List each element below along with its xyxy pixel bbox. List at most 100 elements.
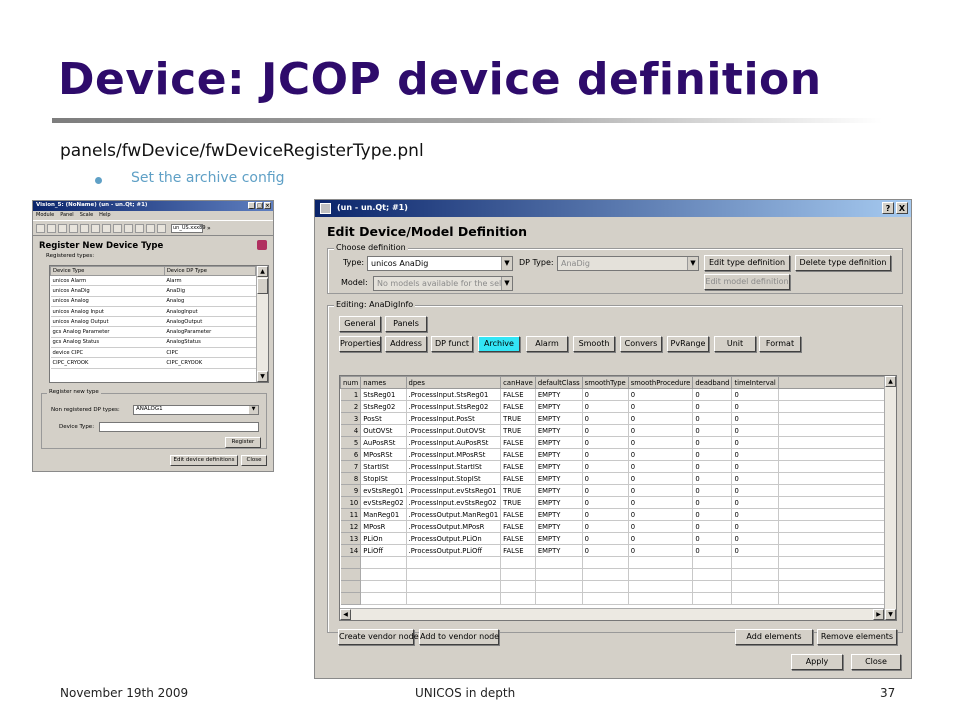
tab-smooth[interactable]: Smooth	[573, 336, 615, 352]
smoothtype-cell[interactable]: 0	[582, 424, 629, 437]
timeinterval-cell[interactable]: 0	[731, 544, 779, 557]
smoothtype-cell[interactable]: 0	[582, 520, 629, 533]
toolbar-combo[interactable]: un_US.xxx89	[171, 223, 206, 233]
toolbar-new-icon[interactable]	[36, 223, 45, 233]
menu-panel[interactable]: Panel	[60, 212, 74, 219]
timeinterval-cell[interactable]: 0	[731, 436, 779, 449]
dpes-cell[interactable]: .ProcessInput.StsReg02	[406, 400, 502, 413]
table-row[interactable]: 4 OutOVSt .ProcessInput.OutOVSt TRUE EMPTY 0 0…	[340, 424, 896, 437]
smoothtype-cell[interactable]: 0	[582, 388, 629, 401]
defaultclass-cell[interactable]: EMPTY	[535, 496, 583, 509]
num-cell[interactable]: 3	[340, 412, 362, 425]
defaultclass-cell[interactable]: EMPTY	[535, 472, 583, 485]
table-row[interactable]: 2 StsReg02 .ProcessInput.StsReg02 FALSE EMPT…	[340, 400, 896, 413]
register-button[interactable]: Register	[225, 437, 261, 448]
smoothprocedure-cell[interactable]: 0	[628, 532, 694, 545]
dpes-cell[interactable]: .ProcessInput.evStsReg02	[406, 496, 502, 509]
smoothprocedure-cell[interactable]: 0	[628, 424, 694, 437]
table-row[interactable]: 7 StartISt .ProcessInput.StartISt FALSE EMPT…	[340, 460, 896, 473]
small-close-button[interactable]: Close	[241, 455, 267, 466]
toolbar-open-icon[interactable]	[47, 223, 56, 233]
table-row[interactable]: 3 PosSt .ProcessInput.PosSt TRUE EMPTY 0 0 0 0	[340, 412, 896, 425]
table-row[interactable]: 8 StopISt .ProcessInput.StopISt FALSE EMPTY 0…	[340, 472, 896, 485]
tab-properties[interactable]: Properties	[339, 336, 381, 352]
scroll-down-icon[interactable]: ▼	[885, 609, 896, 620]
smoothtype-cell[interactable]: 0	[582, 436, 629, 449]
deadband-cell[interactable]: 0	[692, 400, 733, 413]
smoothprocedure-cell[interactable]: 0	[628, 412, 694, 425]
canhave-cell[interactable]: TRUE	[500, 484, 536, 497]
canhave-cell[interactable]: FALSE	[500, 508, 536, 521]
canhave-cell[interactable]: FALSE	[500, 448, 536, 461]
smoothprocedure-cell[interactable]: 0	[628, 484, 694, 497]
table-row[interactable]: 10 evStsReg02 .ProcessInput.evStsReg02 TRUE…	[340, 496, 896, 509]
deadband-cell[interactable]: 0	[692, 532, 733, 545]
col-device-dp-type[interactable]: Device DP Type	[163, 266, 257, 276]
smoothprocedure-cell[interactable]: 0	[628, 472, 694, 485]
menu-scale[interactable]: Scale	[80, 212, 93, 219]
table-row[interactable]: gcs Analog Parameter AnalogParameter	[50, 326, 256, 338]
dpes-cell[interactable]: .ProcessInput.StopISt	[406, 472, 502, 485]
smoothtype-cell[interactable]: 0	[582, 448, 629, 461]
names-cell[interactable]: StsReg02	[360, 400, 407, 413]
smoothprocedure-cell[interactable]: 0	[628, 544, 694, 557]
defaultclass-cell[interactable]: EMPTY	[535, 436, 583, 449]
canhave-cell[interactable]: FALSE	[500, 520, 536, 533]
canhave-cell[interactable]: FALSE	[500, 544, 536, 557]
tab-unit[interactable]: Unit	[714, 336, 756, 352]
toolbar-log-icon[interactable]	[91, 223, 100, 233]
small-table-scrollbar[interactable]: ▲ ▼	[256, 266, 268, 382]
smoothtype-cell[interactable]: 0	[582, 544, 629, 557]
table-horizontal-scrollbar[interactable]: ◀ ▶	[340, 608, 884, 620]
names-cell[interactable]: ManReg01	[360, 508, 407, 521]
dpes-cell[interactable]: .ProcessOutput.MPosR	[406, 520, 502, 533]
table-row[interactable]: 9 evStsReg01 .ProcessInput.evStsReg01 TRUE E…	[340, 484, 896, 497]
canhave-cell[interactable]: FALSE	[500, 436, 536, 449]
table-row[interactable]: unicos Alarm Alarm	[50, 275, 256, 287]
names-cell[interactable]: StopISt	[360, 472, 407, 485]
chevron-down-icon[interactable]: ▼	[501, 277, 512, 290]
dpes-cell[interactable]: .ProcessInput.evStsReg01	[406, 484, 502, 497]
close-icon[interactable]: X	[896, 202, 908, 214]
smoothtype-cell[interactable]: 0	[582, 532, 629, 545]
table-row[interactable]: 5 AuPosRSt .ProcessInput.AuPosRSt FALSE EMPT…	[340, 436, 896, 449]
model-select[interactable]: No models available for the select ▼	[373, 276, 513, 291]
table-row[interactable]: 14 PLiOff .ProcessOutput.PLiOff FALSE EMPTY 0…	[340, 544, 896, 557]
col-timeinterval[interactable]: timeInterval	[731, 376, 779, 389]
timeinterval-cell[interactable]: 0	[731, 400, 779, 413]
apply-button[interactable]: Apply	[791, 654, 843, 670]
deadband-cell[interactable]: 0	[692, 460, 733, 473]
dpes-cell[interactable]: .ProcessOutput.PLiOff	[406, 544, 502, 557]
col-canhave[interactable]: canHave	[500, 376, 536, 389]
smoothtype-cell[interactable]: 0	[582, 484, 629, 497]
defaultclass-cell[interactable]: EMPTY	[535, 520, 583, 533]
scroll-thumb[interactable]	[257, 278, 268, 294]
deadband-cell[interactable]: 0	[692, 448, 733, 461]
help-book-icon[interactable]	[257, 240, 267, 250]
table-row[interactable]: unicos Analog Input AnalogInput	[50, 306, 256, 318]
canhave-cell[interactable]: TRUE	[500, 424, 536, 437]
canhave-cell[interactable]: FALSE	[500, 460, 536, 473]
table-row[interactable]: gcs Analog Status AnalogStatus	[50, 337, 256, 349]
canhave-cell[interactable]: FALSE	[500, 532, 536, 545]
col-device-type[interactable]: Device Type	[50, 266, 165, 276]
chevron-down-icon[interactable]: ▼	[501, 257, 512, 270]
deadband-cell[interactable]: 0	[692, 436, 733, 449]
smoothtype-cell[interactable]: 0	[582, 412, 629, 425]
col-defaultclass[interactable]: defaultClass	[534, 376, 583, 389]
canhave-cell[interactable]: FALSE	[500, 400, 536, 413]
timeinterval-cell[interactable]: 0	[731, 424, 779, 437]
tab-alarm[interactable]: Alarm	[526, 336, 568, 352]
maximize-icon[interactable]: □	[256, 202, 263, 209]
deadband-cell[interactable]: 0	[692, 520, 733, 533]
defaultclass-cell[interactable]: EMPTY	[535, 448, 583, 461]
table-row[interactable]: unicos Analog Analog	[50, 296, 256, 307]
defaultclass-cell[interactable]: EMPTY	[535, 460, 583, 473]
table-row[interactable]: 11 ManReg01 .ProcessOutput.ManReg01 FALSE EM…	[340, 508, 896, 521]
num-cell[interactable]: 7	[340, 460, 362, 473]
defaultclass-cell[interactable]: EMPTY	[535, 544, 583, 557]
defaultclass-cell[interactable]: EMPTY	[535, 400, 583, 413]
add-elements-button[interactable]: Add elements	[735, 629, 813, 645]
defaultclass-cell[interactable]: EMPTY	[535, 424, 583, 437]
table-row[interactable]: 13 PLiOn .ProcessOutput.PLiOn FALSE EMPTY 0 0 0…	[340, 532, 896, 545]
